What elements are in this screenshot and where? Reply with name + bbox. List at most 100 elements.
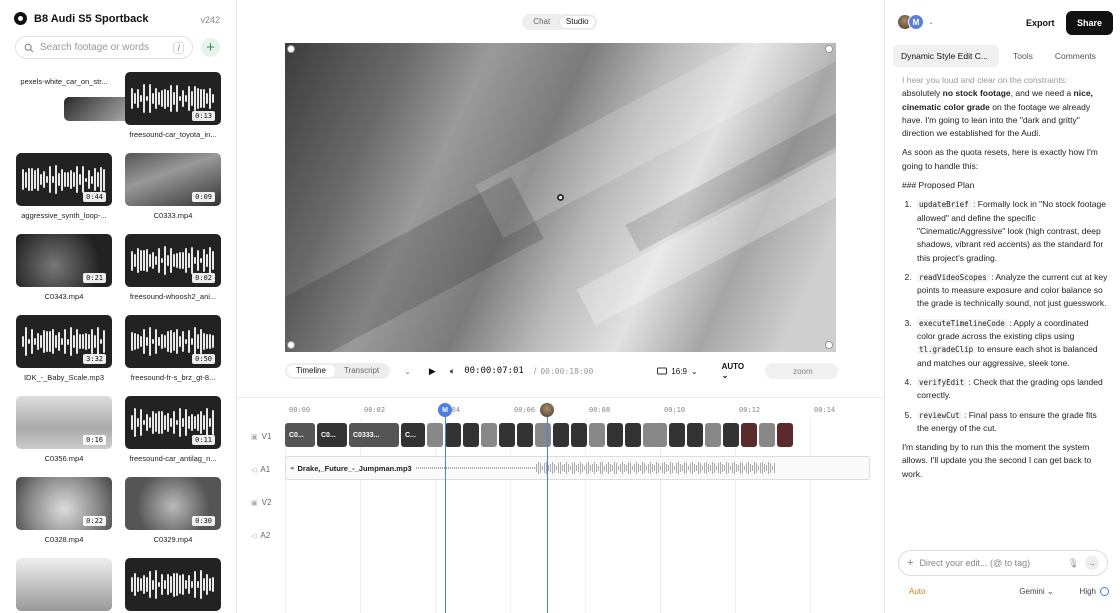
video-thumbnail: 0:21 (16, 234, 112, 287)
play-icon[interactable]: ▶ (429, 366, 436, 377)
media-search[interactable]: / (15, 36, 193, 59)
video-clip[interactable] (777, 423, 793, 447)
playhead[interactable] (445, 410, 446, 613)
microphone-icon[interactable]: 🎙︎ (1068, 558, 1079, 569)
chat-message: I hear you loud and clear on the constra… (902, 74, 1108, 140)
quality-select[interactable]: AUTO ⌄ (722, 362, 751, 380)
media-item[interactable]: 0:09 C0333.mp4 (125, 153, 221, 234)
share-button[interactable]: Share (1066, 11, 1113, 35)
media-item[interactable]: 3:32 IDK_-_Baby_Scale.mp3 (16, 315, 112, 396)
video-clip[interactable] (427, 423, 443, 447)
chevron-down-icon[interactable]: ⌄ (928, 18, 934, 26)
video-clip[interactable] (705, 423, 721, 447)
tab-style-edit[interactable]: Dynamic Style Edit C... (893, 45, 999, 67)
mode-chat[interactable]: Chat (524, 16, 560, 28)
video-clip[interactable]: C0... (317, 423, 347, 447)
video-clip[interactable] (535, 423, 551, 447)
video-clip[interactable] (589, 423, 605, 447)
edit-prompt-field[interactable] (919, 558, 1062, 568)
tab-comments[interactable]: Comments (1047, 45, 1104, 67)
video-clip[interactable] (687, 423, 703, 447)
audio-clip[interactable]: ◂ Drake,_Future_-_Jumpman.mp3 (285, 456, 870, 480)
resize-handle-top-left[interactable] (287, 45, 295, 53)
zoom-slider[interactable]: zoom (765, 363, 838, 379)
tab-timeline[interactable]: Timeline (287, 365, 335, 377)
timeline-ruler[interactable]: 00:0000:0200:0400:0600:0800:1000:1200:14 (285, 398, 870, 418)
video-clip[interactable] (625, 423, 641, 447)
resize-handle-top-right[interactable] (825, 45, 833, 53)
chevron-down-icon[interactable]: ⌄ (404, 367, 411, 376)
edit-input[interactable]: + 🎙︎ → (898, 550, 1108, 576)
duration-badge: 0:22 (83, 516, 106, 526)
media-item[interactable]: 0:44 aggressive_synth_loop-... (16, 153, 112, 234)
plan-step: updateBrief : Formally lock in "No stock… (914, 198, 1108, 264)
project-title[interactable]: B8 Audi S5 Sportback (34, 13, 149, 25)
media-item[interactable]: 0:22 C0328.mp4 (16, 477, 112, 558)
collaborator-marker[interactable]: M (438, 403, 452, 417)
video-clip[interactable] (723, 423, 739, 447)
media-item[interactable]: 0:13 freesound-car_toyota_in... (125, 72, 221, 153)
resize-handle-bottom-left[interactable] (287, 341, 295, 349)
media-item[interactable]: 0:11 freesound-car_antilag_n... (125, 396, 221, 477)
effort-select[interactable]: High (1080, 587, 1109, 596)
volume-icon[interactable]: 🔈︎ (450, 366, 455, 377)
search-input[interactable] (40, 42, 160, 53)
media-item[interactable] (16, 558, 112, 613)
video-clip[interactable] (517, 423, 533, 447)
video-clip[interactable] (759, 423, 775, 447)
plus-icon[interactable]: + (907, 557, 913, 569)
video-clip[interactable] (481, 423, 497, 447)
mode-toggle[interactable]: Auto (909, 587, 925, 596)
duration-badge: 0:30 (192, 516, 215, 526)
video-clip[interactable] (607, 423, 623, 447)
tool-name: executeTimelineCode (917, 318, 1007, 328)
video-clip[interactable] (643, 423, 667, 447)
aspect-ratio-select[interactable]: 16:9 ⌄ (657, 366, 698, 376)
tab-tools[interactable]: Tools (1005, 45, 1041, 67)
mode-studio[interactable]: Studio (559, 16, 595, 28)
resize-handle-bottom-right[interactable] (825, 341, 833, 349)
media-item[interactable]: 0:21 C0343.mp4 (16, 234, 112, 315)
track-name: V2 (261, 498, 272, 507)
add-media-button[interactable]: + (201, 38, 220, 57)
project-header[interactable]: B8 Audi S5 Sportback (14, 12, 149, 25)
model-select[interactable]: Gemini ⌄ (1019, 587, 1053, 596)
track-label-v1[interactable]: ▣ V1 (251, 432, 271, 441)
transform-anchor[interactable] (557, 194, 564, 201)
chat-transcript[interactable]: I hear you loud and clear on the constra… (902, 74, 1108, 536)
chevron-down-icon: ⌄ (690, 366, 698, 376)
media-item[interactable]: 0:09pexels-white_car_on_str... (16, 72, 160, 153)
video-clip[interactable]: C0... (285, 423, 315, 447)
timeline[interactable]: 00:0000:0200:0400:0600:0800:1000:1200:14… (237, 397, 884, 613)
timeline-grid-line (285, 418, 286, 613)
video-clip[interactable]: C0333... (349, 423, 399, 447)
tool-name: updateBrief (917, 200, 971, 210)
collaborators[interactable]: M ⌄ (897, 14, 934, 30)
timeline-tick-label: 00:14 (814, 406, 836, 414)
audio-thumbnail: 0:50 (125, 315, 221, 368)
media-item[interactable]: 0:50 freesound-fr-s_brz_gt-8... (125, 315, 221, 396)
video-clip[interactable] (553, 423, 569, 447)
video-clip[interactable]: C... (401, 423, 425, 447)
video-clip[interactable] (571, 423, 587, 447)
track-label-a2[interactable]: ◁ A2 (251, 531, 270, 540)
media-name: freesound-car_antilag_n... (129, 454, 217, 463)
media-item[interactable]: 0:02 freesound-whoosh2_ani... (125, 234, 221, 315)
media-name: C0333.mp4 (153, 211, 193, 220)
video-clip[interactable] (445, 423, 461, 447)
media-item[interactable]: 0:30 C0329.mp4 (125, 477, 221, 558)
collaborator-avatar-marker[interactable] (540, 403, 554, 417)
video-clip[interactable] (741, 423, 757, 447)
export-button[interactable]: Export (1026, 18, 1055, 28)
search-icon (24, 43, 34, 52)
media-item[interactable] (125, 558, 221, 613)
track-label-v2[interactable]: ▣ V2 (251, 498, 271, 507)
tab-transcript[interactable]: Transcript (335, 365, 388, 377)
media-item[interactable]: 0:16 C0356.mp4 (16, 396, 112, 477)
send-button[interactable]: → (1085, 556, 1099, 570)
video-clip[interactable] (669, 423, 685, 447)
version-label[interactable]: v242 (200, 15, 220, 25)
video-clip[interactable] (463, 423, 479, 447)
video-clip[interactable] (499, 423, 515, 447)
track-label-a1[interactable]: ◁ A1 (251, 465, 270, 474)
